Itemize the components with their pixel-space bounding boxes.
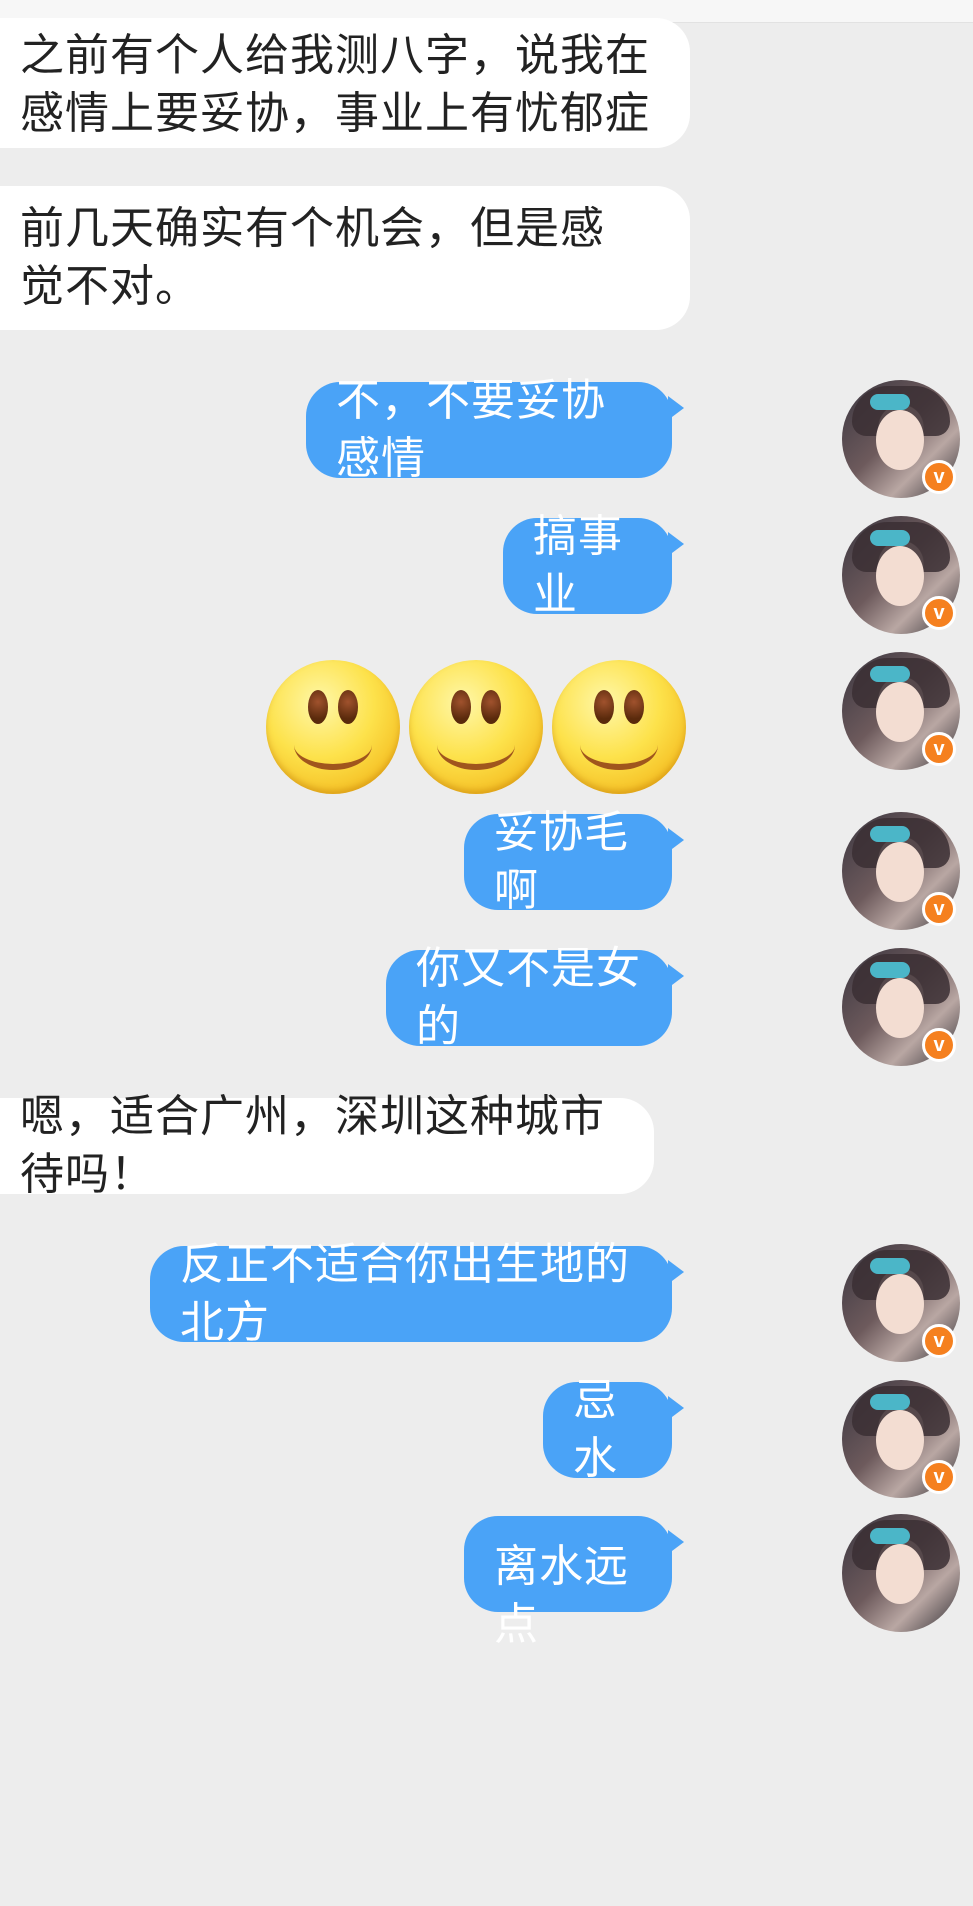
message-text: 嗯，适合广州，深圳这种城市待吗！ — [20, 1091, 605, 1200]
my-avatar[interactable]: v — [842, 1244, 960, 1362]
avatar-headband — [870, 1394, 910, 1410]
my-avatar[interactable]: v — [842, 380, 960, 498]
avatar-headband — [870, 1258, 910, 1274]
avatar-headband — [870, 962, 910, 978]
message-bubble-outgoing[interactable]: 忌水 — [543, 1375, 684, 1484]
avatar-face — [876, 1544, 924, 1604]
message-text: 反正不适合你出生地的北方 — [180, 1239, 630, 1348]
message-bubble-incoming[interactable]: 之前有个人给我测八字，说我在感情上要妥协，事业上有忧郁症 — [0, 18, 690, 148]
verified-badge-icon: v — [922, 460, 956, 494]
message-bubble-outgoing[interactable]: 离水远点 — [464, 1516, 684, 1650]
message-bubble-outgoing[interactable]: 反正不适合你出生地的北方 — [150, 1239, 684, 1348]
message-text: 妥协毛啊 — [494, 807, 629, 916]
message-bubble-outgoing[interactable]: 搞事业 — [503, 511, 684, 620]
my-avatar[interactable]: v — [842, 812, 960, 930]
verified-badge-icon: v — [922, 1324, 956, 1358]
smile-emoji-icon — [266, 660, 400, 794]
message-text: 之前有个人给我测八字，说我在感情上要妥协，事业上有忧郁症 — [20, 30, 650, 139]
my-avatar[interactable]: v — [842, 516, 960, 634]
avatar-headband — [870, 1528, 910, 1544]
my-avatar[interactable]: v — [842, 652, 960, 770]
verified-badge-icon: v — [922, 1028, 956, 1062]
message-bubble-incoming[interactable]: 前几天确实有个机会，但是感觉不对。 — [0, 186, 690, 330]
smile-emoji-icon — [409, 660, 543, 794]
message-text: 离水远点 — [494, 1541, 629, 1650]
message-text: 忌水 — [573, 1375, 618, 1484]
avatar-face — [876, 1274, 924, 1334]
message-text: 不，不要妥协感情 — [336, 375, 606, 484]
message-text: 前几天确实有个机会，但是感觉不对。 — [20, 203, 605, 312]
my-avatar[interactable] — [842, 1514, 960, 1632]
message-bubble-incoming[interactable]: 嗯，适合广州，深圳这种城市待吗！ — [0, 1091, 654, 1200]
verified-badge-icon: v — [922, 892, 956, 926]
avatar-face — [876, 546, 924, 606]
avatar-headband — [870, 530, 910, 546]
message-bubble-outgoing[interactable]: 你又不是女的 — [386, 943, 684, 1052]
avatar-face — [876, 682, 924, 742]
message-text: 你又不是女的 — [416, 943, 641, 1052]
message-text: 搞事业 — [533, 511, 623, 620]
avatar-face — [876, 842, 924, 902]
avatar-headband — [870, 394, 910, 410]
avatar-headband — [870, 826, 910, 842]
verified-badge-icon: v — [922, 596, 956, 630]
message-bubble-outgoing[interactable]: 妥协毛啊 — [464, 807, 684, 916]
avatar-headband — [870, 666, 910, 682]
avatar-face — [876, 1410, 924, 1470]
my-avatar[interactable]: v — [842, 1380, 960, 1498]
avatar-face — [876, 410, 924, 470]
smile-emoji-icon — [552, 660, 686, 794]
verified-badge-icon: v — [922, 1460, 956, 1494]
verified-badge-icon: v — [922, 732, 956, 766]
message-bubble-outgoing[interactable]: 不，不要妥协感情 — [306, 375, 684, 484]
my-avatar[interactable]: v — [842, 948, 960, 1066]
avatar-face — [876, 978, 924, 1038]
